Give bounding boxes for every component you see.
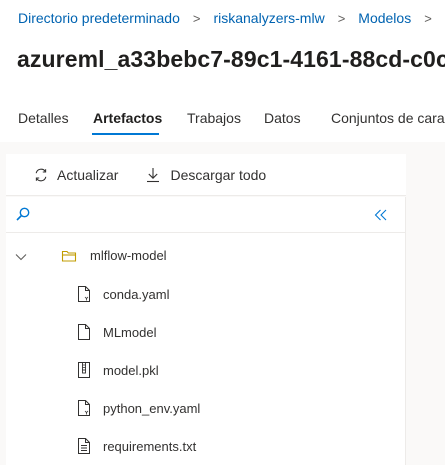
- search-row: [6, 197, 406, 233]
- tree-file-mlmodel[interactable]: MLmodel: [6, 313, 406, 351]
- folder-label: mlflow-model: [90, 248, 167, 263]
- tab-jobs[interactable]: Trabajos: [187, 110, 241, 126]
- tree-file-python-env-yaml[interactable]: python_env.yaml: [6, 389, 406, 427]
- file-label: MLmodel: [103, 325, 157, 340]
- tree-folder-mlflow-model[interactable]: mlflow-model: [6, 237, 406, 275]
- refresh-label: Actualizar: [57, 166, 119, 183]
- search-icon[interactable]: [15, 206, 31, 227]
- file-label: model.pkl: [103, 363, 159, 378]
- file-label: conda.yaml: [103, 287, 170, 302]
- download-all-button[interactable]: Descargar todo: [146, 154, 266, 195]
- tree-file-requirements-txt[interactable]: requirements.txt: [6, 427, 406, 465]
- file-label: python_env.yaml: [103, 401, 201, 416]
- file-icon: [76, 323, 92, 341]
- yaml-file-icon: [76, 399, 92, 417]
- tab-artifacts[interactable]: Artefactos: [93, 110, 162, 126]
- page-title: azureml_a33bebc7-89c1-4161-88cd-c0c1: [17, 46, 445, 72]
- tab-bar: Detalles Artefactos Trabajos Datos Conju…: [0, 104, 445, 136]
- toolbar: Actualizar Descargar todo: [6, 154, 406, 196]
- download-all-label: Descargar todo: [170, 166, 267, 183]
- tab-feature-sets[interactable]: Conjuntos de caracte: [331, 110, 445, 126]
- tab-details[interactable]: Detalles: [18, 110, 69, 126]
- breadcrumb-item-workspace[interactable]: riskanalyzers-mlw: [213, 10, 324, 26]
- text-file-icon: [76, 437, 92, 455]
- file-label: requirements.txt: [103, 439, 197, 454]
- tree-file-conda-yaml[interactable]: conda.yaml: [6, 275, 406, 313]
- breadcrumb: Directorio predeterminado > riskanalyzer…: [0, 0, 445, 36]
- breadcrumb-item-models[interactable]: Modelos: [358, 10, 411, 26]
- breadcrumb-item-directory[interactable]: Directorio predeterminado: [18, 10, 180, 26]
- artifacts-panel: mlflow-model conda.yaml MLmodel model.pk…: [6, 197, 406, 465]
- active-tab-indicator: [92, 133, 159, 135]
- refresh-button[interactable]: Actualizar: [33, 154, 118, 195]
- breadcrumb-separator: >: [337, 10, 346, 26]
- breadcrumb-separator: >: [424, 10, 432, 26]
- tree-file-model-pkl[interactable]: model.pkl: [6, 351, 406, 389]
- yaml-file-icon: [76, 285, 92, 303]
- tab-data[interactable]: Datos: [264, 110, 301, 126]
- folder-icon: [61, 248, 77, 266]
- collapse-panel-icon[interactable]: [374, 208, 388, 226]
- breadcrumb-separator: >: [192, 10, 201, 26]
- download-icon: [146, 167, 160, 183]
- chevron-down-icon[interactable]: [15, 249, 27, 267]
- archive-file-icon: [76, 361, 92, 379]
- refresh-icon: [33, 167, 49, 183]
